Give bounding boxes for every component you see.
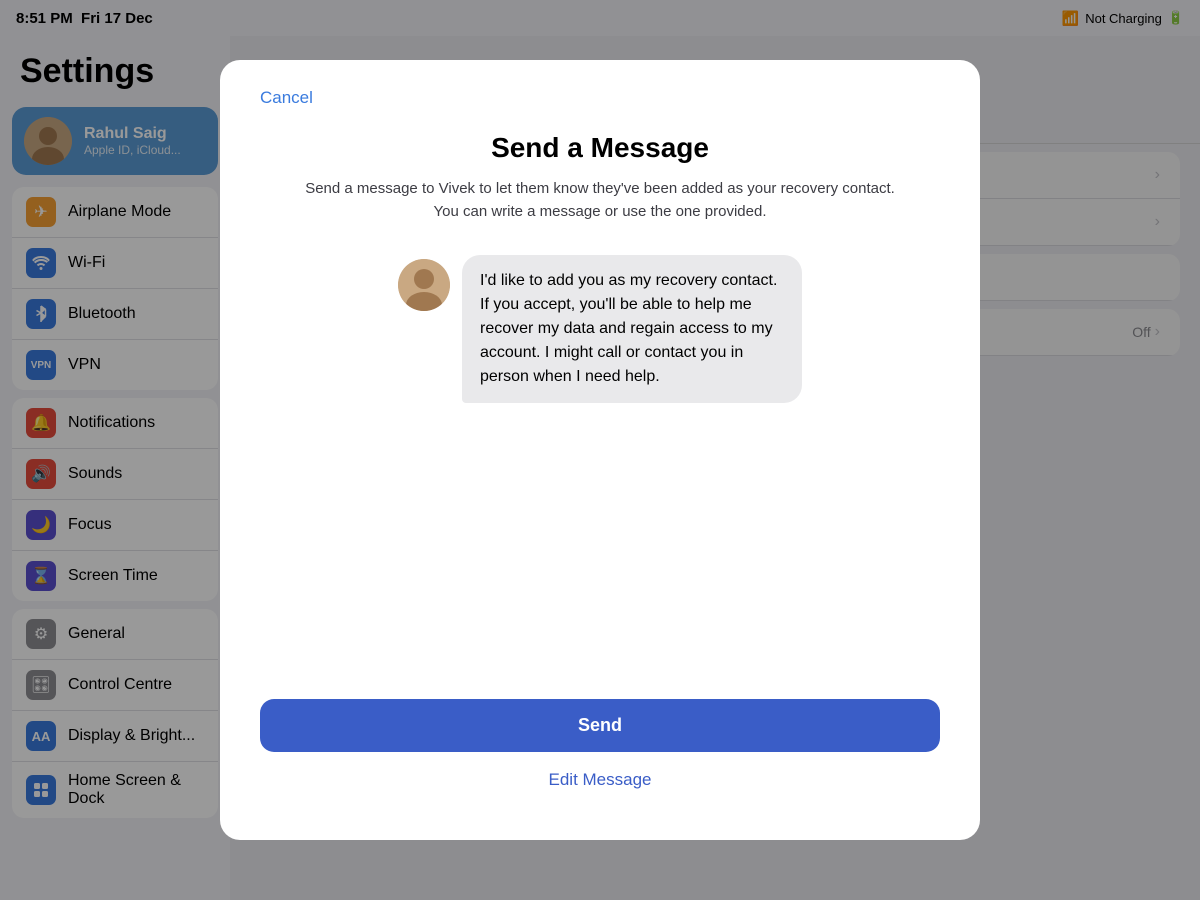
cancel-button[interactable]: Cancel [260, 88, 313, 108]
send-button[interactable]: Send [260, 699, 940, 752]
message-area: I'd like to add you as my recovery conta… [260, 223, 940, 667]
message-text: I'd like to add you as my recovery conta… [480, 272, 777, 385]
modal-title: Send a Message [260, 132, 940, 164]
modal: Cancel Send a Message Send a message to … [220, 60, 980, 840]
edit-message-button[interactable]: Edit Message [260, 756, 940, 804]
overlay: Cancel Send a Message Send a message to … [0, 0, 1200, 900]
message-bubble: I'd like to add you as my recovery conta… [462, 255, 802, 403]
modal-subtitle: Send a message to Vivek to let them know… [260, 178, 940, 223]
modal-actions: Send Edit Message [260, 699, 940, 804]
sender-avatar [398, 259, 450, 311]
